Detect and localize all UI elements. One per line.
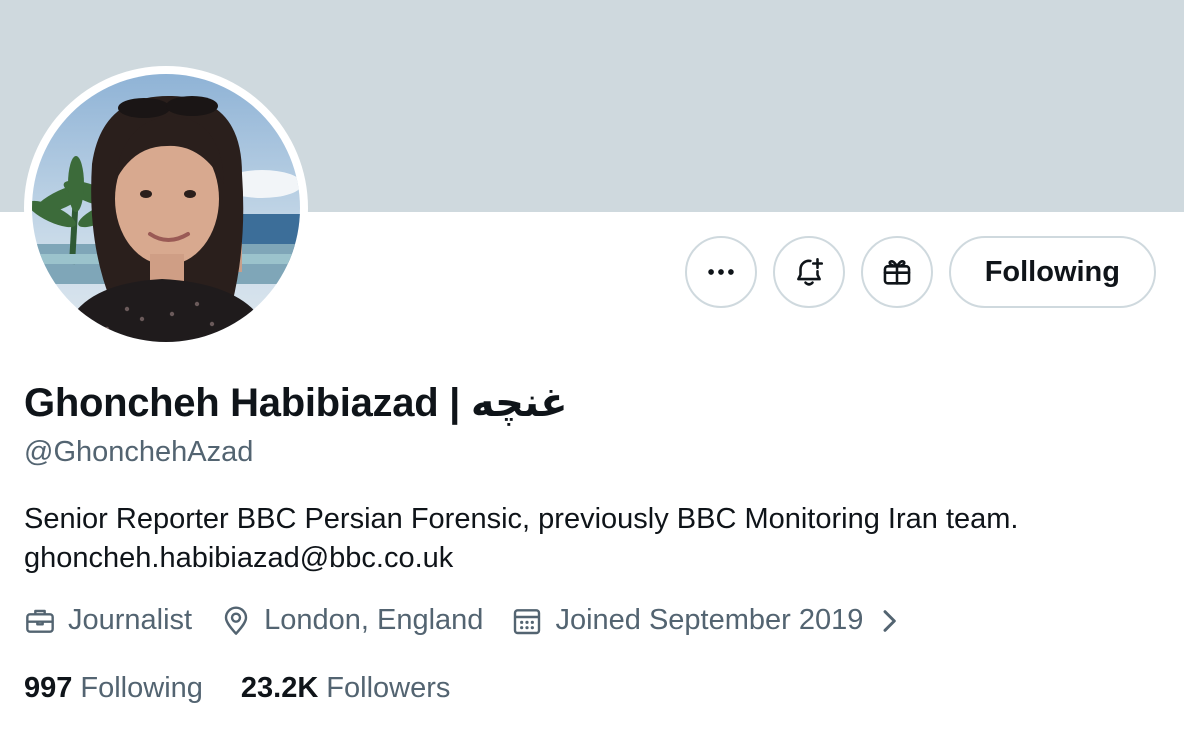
notifications-button[interactable]	[772, 236, 845, 308]
gift-icon	[883, 260, 911, 285]
location-label: London, England	[264, 604, 484, 636]
profession-item: Journalist	[24, 604, 192, 637]
joined-label: Joined September 2019	[555, 604, 864, 636]
following-button[interactable]: Following	[948, 236, 1156, 308]
profile-meta: Journalist London, England Joined Septem…	[24, 604, 917, 637]
bell-plus-icon	[796, 257, 823, 286]
user-handle: @GhonchehAzad	[24, 436, 254, 468]
joined-item[interactable]: Joined September 2019	[511, 604, 917, 637]
followers-count: 23.2K	[240, 672, 319, 704]
profile-actions: Following	[684, 236, 1156, 308]
profile-stats: 997 Following 23.2K Followers	[24, 672, 488, 705]
chevron-right-icon[interactable]	[873, 605, 905, 637]
location-pin-icon	[224, 605, 248, 635]
calendar-icon	[514, 608, 541, 634]
display-name: Ghoncheh Habibiazad | غنچه	[24, 381, 568, 425]
avatar[interactable]	[24, 66, 308, 350]
followers-stat[interactable]: 23.2K Followers	[241, 672, 450, 705]
profession-label: Journalist	[68, 604, 193, 636]
bio: Senior Reporter BBC Persian Forensic, pr…	[24, 500, 1154, 578]
following-stat[interactable]: 997 Following	[24, 672, 203, 705]
location-item: London, England	[220, 604, 483, 637]
bio-text: Senior Reporter BBC Persian Forensic, pr…	[24, 503, 1019, 535]
followers-stat-label: Followers	[326, 672, 451, 704]
gift-button[interactable]	[860, 236, 933, 308]
more-horizontal-icon	[707, 269, 734, 275]
avatar-photo	[32, 74, 300, 342]
more-button[interactable]	[684, 236, 757, 308]
following-stat-label: Following	[80, 672, 203, 704]
bio-email: ghoncheh.habibiazad@bbc.co.uk	[24, 542, 454, 574]
profile-page: Following Ghoncheh Habibiazad | غنچه @Gh…	[0, 0, 1184, 732]
following-count: 997	[24, 672, 73, 704]
briefcase-icon	[26, 609, 54, 633]
